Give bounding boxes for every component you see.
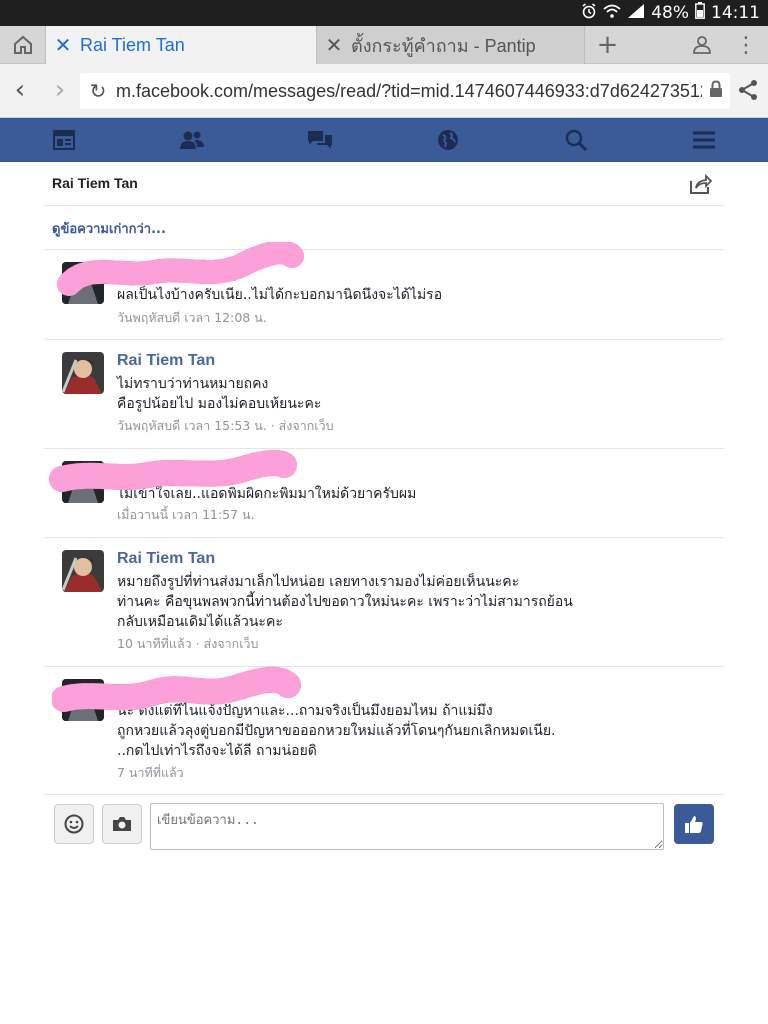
close-tab-icon[interactable]: ✕ bbox=[46, 33, 80, 58]
message-item: นะ ตั้งแต่ที่ไนแจ้งปัญหาและ...ถามจริงเป็… bbox=[44, 666, 724, 795]
nav-news-feed[interactable] bbox=[0, 118, 128, 162]
message-text: ท่านคะ คือขุนพลพวกนี้ท่านต้องไปขอดาวใหม่… bbox=[117, 594, 573, 610]
search-icon bbox=[565, 129, 587, 151]
url-field[interactable]: ↻ m.facebook.com/messages/read/?tid=mid.… bbox=[80, 73, 730, 109]
message-text: หมายถึงรูปที่ท่านส่งมาเล็กไปหน่อย เลยทาง… bbox=[117, 574, 520, 590]
tab-title: Rai Tiem Tan bbox=[80, 34, 185, 55]
avatar[interactable] bbox=[62, 550, 104, 592]
tab-inactive[interactable]: ✕ ตั้งกระทู้คำถาม - Pantip bbox=[316, 26, 584, 64]
notifications-globe-icon bbox=[438, 130, 458, 150]
nav-notifications[interactable] bbox=[384, 118, 512, 162]
avatar[interactable] bbox=[62, 352, 104, 394]
person-icon bbox=[693, 36, 711, 54]
new-tab-button[interactable]: + bbox=[584, 26, 630, 64]
tab-title: ตั้งกระทู้คำถาม - Pantip bbox=[351, 35, 536, 56]
camera-icon bbox=[113, 817, 131, 831]
message-meta: วันพฤหัสบดี เวลา 15:53 น. · ส่งจากเว็บ bbox=[117, 418, 334, 433]
message-meta: 7 นาทีที่แล้ว bbox=[117, 765, 184, 780]
back-button[interactable]: ‹ bbox=[4, 74, 36, 108]
message-text: ถูกหวยแล้วลุงตู่บอกมีปัญหาขอออกหวยใหม่แล… bbox=[117, 723, 556, 739]
url-text: m.facebook.com/messages/read/?tid=mid.14… bbox=[116, 80, 702, 101]
avatar[interactable] bbox=[62, 461, 104, 503]
tab-strip: ✕ Rai Tiem Tan ✕ ตั้งกระทู้คำถาม - Panti… bbox=[0, 26, 768, 64]
facebook-nav-bar bbox=[0, 118, 768, 162]
message-text: ..กดไปเท่าไรถึงจะได้ลี ถามน่อยดิ bbox=[117, 743, 317, 759]
sender-name[interactable]: Rai Tiem Tan bbox=[117, 352, 215, 370]
share-out-icon[interactable] bbox=[690, 174, 712, 194]
nav-messages[interactable] bbox=[256, 118, 384, 162]
message-text: ไม่เข้าใจเลย..แอดพิมผิดกะพิมมาใหม่ด้วยาค… bbox=[117, 486, 417, 502]
menu-icon bbox=[693, 131, 715, 149]
profile-button[interactable] bbox=[680, 26, 724, 64]
battery-icon bbox=[695, 2, 705, 24]
older-messages-row: ดูข้อความเก่ากว่า... bbox=[44, 206, 724, 250]
nav-search[interactable] bbox=[512, 118, 640, 162]
reload-icon[interactable]: ↻ bbox=[80, 79, 116, 103]
clock: 14:11 bbox=[711, 3, 760, 23]
message-text: ไม่ทราบว่าท่านหมายถคง bbox=[117, 376, 269, 392]
chevron-right-icon: › bbox=[54, 75, 66, 105]
avatar[interactable] bbox=[62, 262, 104, 304]
tab-active[interactable]: ✕ Rai Tiem Tan bbox=[46, 26, 316, 64]
message-composer bbox=[44, 800, 724, 856]
messages-icon bbox=[308, 131, 332, 149]
sender-name[interactable]: Rai Tiem Tan bbox=[117, 550, 215, 568]
lock-icon[interactable] bbox=[702, 80, 730, 102]
message-text: นะ ตั้งแต่ที่ไนแจ้งปัญหาและ...ถามจริงเป็… bbox=[117, 703, 493, 719]
home-button[interactable] bbox=[0, 26, 46, 64]
message-item: ผลเป็นไงบ้างครับเนีย..ไม่ได้กะบอกมานิดนึ… bbox=[44, 242, 724, 340]
like-thumb-icon bbox=[685, 816, 703, 833]
battery-percent: 48% bbox=[651, 3, 689, 23]
alarm-icon bbox=[581, 2, 597, 24]
conversation: Rai Tiem Tan ดูข้อความเก่ากว่า... ผลเป็น… bbox=[44, 162, 724, 795]
message-text: กลับเหมือนเดิมได้แล้วนะคะ bbox=[117, 614, 283, 630]
news-feed-icon bbox=[53, 130, 75, 150]
emoji-icon bbox=[64, 814, 84, 834]
friends-icon bbox=[180, 131, 204, 149]
message-item: ไม่เข้าใจเลย..แอดพิมผิดกะพิมมาใหม่ด้วยาค… bbox=[44, 449, 724, 538]
nav-menu[interactable] bbox=[640, 118, 768, 162]
home-icon bbox=[13, 35, 32, 54]
message-text: ผลเป็นไงบ้างครับเนีย..ไม่ได้กะบอกมานิดนึ… bbox=[117, 287, 443, 303]
message-input[interactable] bbox=[150, 803, 664, 850]
status-bar: 48% 14:11 bbox=[0, 0, 768, 26]
wifi-icon bbox=[603, 3, 621, 24]
share-button[interactable] bbox=[736, 78, 762, 104]
more-vert-icon: ⋮ bbox=[735, 32, 757, 58]
message-meta: 10 นาทีที่แล้ว · ส่งจากเว็บ bbox=[117, 636, 259, 651]
emoji-button[interactable] bbox=[54, 804, 94, 844]
chevron-left-icon: ‹ bbox=[14, 75, 26, 105]
close-tab-icon[interactable]: ✕ bbox=[317, 33, 351, 58]
message-item: Rai Tiem Tan ไม่ทราบว่าท่านหมายถคง คือรู… bbox=[44, 340, 724, 449]
camera-button[interactable] bbox=[102, 804, 142, 844]
message-meta: เมื่อวานนี้ เวลา 11:57 น. bbox=[117, 507, 255, 522]
nav-friends[interactable] bbox=[128, 118, 256, 162]
address-bar-row: ‹ › ↻ m.facebook.com/messages/read/?tid=… bbox=[0, 64, 768, 118]
message-item: Rai Tiem Tan หมายถึงรูปที่ท่านส่งมาเล็กไ… bbox=[44, 538, 724, 667]
older-messages-link[interactable]: ดูข้อความเก่ากว่า... bbox=[52, 218, 166, 239]
overflow-menu-button[interactable]: ⋮ bbox=[726, 26, 766, 64]
forward-button[interactable]: › bbox=[44, 74, 76, 108]
like-send-button[interactable] bbox=[674, 804, 714, 844]
conversation-title: Rai Tiem Tan bbox=[52, 175, 138, 191]
plus-icon: + bbox=[596, 30, 619, 60]
avatar[interactable] bbox=[62, 679, 104, 721]
share-icon bbox=[739, 80, 757, 100]
signal-icon bbox=[627, 3, 645, 24]
message-meta: วันพฤหัสบดี เวลา 12:08 น. bbox=[117, 310, 267, 325]
conversation-header: Rai Tiem Tan bbox=[44, 162, 724, 206]
message-text: คือรูปน้อยไป มองไม่คอบเห้ยนะคะ bbox=[117, 396, 322, 412]
